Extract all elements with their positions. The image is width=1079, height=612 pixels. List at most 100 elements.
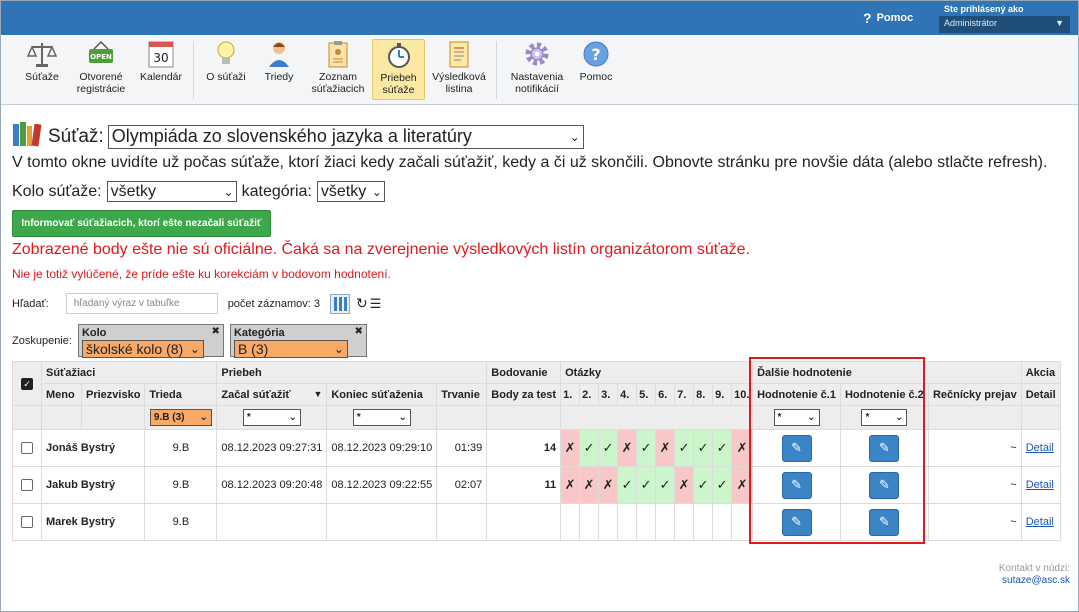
toolbar-item-otvorene-registracie[interactable]: OPEN Otvorené registrácie [71,39,131,100]
start-filter-select[interactable]: * ⌄ [242,409,301,426]
col-detail[interactable]: Detail [1020,383,1061,406]
col-q6[interactable]: 6. [655,383,676,406]
chevron-down-icon: ⌄ [199,412,208,423]
col-duration[interactable]: Trvanie [436,383,488,406]
check-icon: ✓ [636,429,657,467]
student-name: Marek Bystrý [40,503,146,541]
group-select[interactable]: B (3) ⌄ [233,340,348,358]
duration [436,503,488,541]
round-select[interactable]: všetky ⌄ [106,181,237,202]
toolbar-item-nastavenia-notifikacii[interactable]: Nastavenia notifikácií [504,39,570,100]
end-time [326,503,438,541]
cross-icon: ✗ [579,466,600,504]
col-class[interactable]: Trieda [144,383,218,406]
row-checkbox[interactable] [21,479,33,492]
check-icon: ✓ [655,466,676,504]
group-header-progress: Priebeh [216,361,488,384]
col-surname[interactable]: Priezvisko [80,383,146,406]
close-icon[interactable]: ✖ [212,326,220,337]
end-filter-select[interactable]: * ⌄ [352,409,411,426]
col-speech[interactable]: Rečnícky prejav [927,383,1022,406]
col-start-label: Začal súťažiť [221,388,291,401]
search-input[interactable]: hľadaný výraz v tabuľke [65,293,218,314]
filter-cell [80,405,146,430]
person-icon [259,39,299,69]
cross-icon: ✗ [560,466,581,504]
toolbar-item-pomoc[interactable]: ? Pomoc [575,39,617,100]
list-icon[interactable]: ☰ [370,296,382,312]
filter-cell [436,405,488,430]
group-chip-kategoria[interactable]: Kategória ✖ B (3) ⌄ [229,324,367,358]
top-help-link[interactable]: ? Pomoc [863,10,913,26]
toolbar-item-vysledkova-listina[interactable]: Výsledková listina [429,39,489,100]
detail-link[interactable]: Detail [1026,516,1054,528]
col-q5[interactable]: 5. [636,383,657,406]
col-start[interactable]: Začal súťažiť ▼ [216,383,328,406]
col-q9[interactable]: 9. [712,383,733,406]
toolbar-item-kalendar[interactable]: 30 Kalendár [136,39,186,100]
col-q4[interactable]: 4. [617,383,638,406]
check-icon: ✓ [712,466,733,504]
inform-students-button[interactable]: Informovať súťažiacich, ktorí ešte nezač… [12,210,271,237]
check-icon: ✓ [674,429,695,467]
chevron-down-icon: ⌄ [333,342,344,356]
col-q8[interactable]: 8. [693,383,714,406]
group-name: Kategória [233,327,285,339]
chevron-down-icon: ⌄ [398,412,407,423]
select-all-cell: ✓ [12,361,42,406]
detail-link[interactable]: Detail [1026,479,1054,491]
cross-icon: ✗ [655,429,676,467]
toolbar-label: Zoznam súťažiacich [311,71,365,95]
row-checkbox[interactable] [21,442,33,455]
detail-cell: Detail [1020,503,1061,541]
toolbar-item-sutaze[interactable]: Súťaže [21,39,63,100]
clipboard-icon [306,39,370,69]
col-q3[interactable]: 3. [598,383,619,406]
filter-value: * [246,412,251,423]
col-end[interactable]: Koniec súťaženia [326,383,438,406]
col-q2[interactable]: 2. [579,383,600,406]
col-name[interactable]: Meno [41,383,82,406]
toolbar-label: Otvorené registrácie [76,71,126,95]
check-icon: ✓ [598,429,619,467]
toolbar-label: Triedy [264,71,294,83]
col-test-points[interactable]: Body za test [486,383,562,406]
select-all-checkbox[interactable]: ✓ [21,377,33,390]
open-sign-icon: OPEN [71,39,131,69]
group-chip-kolo[interactable]: Kolo ✖ školské kolo (8) ⌄ [77,324,224,358]
group-select[interactable]: školské kolo (8) ⌄ [81,340,204,358]
calendar-icon: 30 [136,39,186,69]
toolbar-label: Súťaže [25,71,59,83]
chevron-down-icon: ⌄ [189,342,200,356]
detail-cell: Detail [1020,466,1061,504]
document-icon [429,39,489,69]
speech-cell: ~ [927,466,1022,504]
toolbar-item-priebeh-sutaze[interactable]: Priebeh súťaže [372,39,425,100]
check-icon: ✓ [693,466,714,504]
login-role-select[interactable]: Administrátor ▼ [939,16,1070,33]
class-filter-value: 9.B (3) [153,412,185,423]
calendar-day: 30 [153,51,168,65]
grouping-row: Zoskupenie: Kolo ✖ školské kolo (8) ⌄ Ka… [12,324,367,358]
toolbar-label: Pomoc [579,71,613,83]
filter-cell: 9.B (3) ⌄ [144,405,218,430]
close-icon[interactable]: ✖ [355,326,363,337]
toolbar-item-zoznam-sutaziacich[interactable]: Zoznam súťažiacich [306,39,370,100]
refresh-icon[interactable]: ↻ [356,295,368,312]
round-label: Kolo súťaže: [12,182,102,200]
competition-select[interactable]: Olympiáda zo slovenského jazyka a litera… [107,124,584,149]
col-q7[interactable]: 7. [674,383,695,406]
category-select[interactable]: všetky ⌄ [316,181,385,202]
speech-cell: ~ [927,503,1022,541]
columns-icon[interactable] [330,293,351,314]
warning-sub: Nie je totiž vylúčené, že príde ešte ku … [12,267,391,281]
col-q1[interactable]: 1. [560,383,581,406]
row-checkbox[interactable] [21,516,33,529]
toolbar-separator [496,41,497,99]
detail-link[interactable]: Detail [1026,442,1054,454]
category-value: všetky [320,182,367,200]
toolbar-item-triedy[interactable]: Triedy [259,39,299,100]
contact-email[interactable]: sutaze@asc.sk [999,575,1070,587]
class-filter-select[interactable]: 9.B (3) ⌄ [149,409,212,426]
toolbar-item-o-sutazi[interactable]: O súťaži [201,39,251,100]
